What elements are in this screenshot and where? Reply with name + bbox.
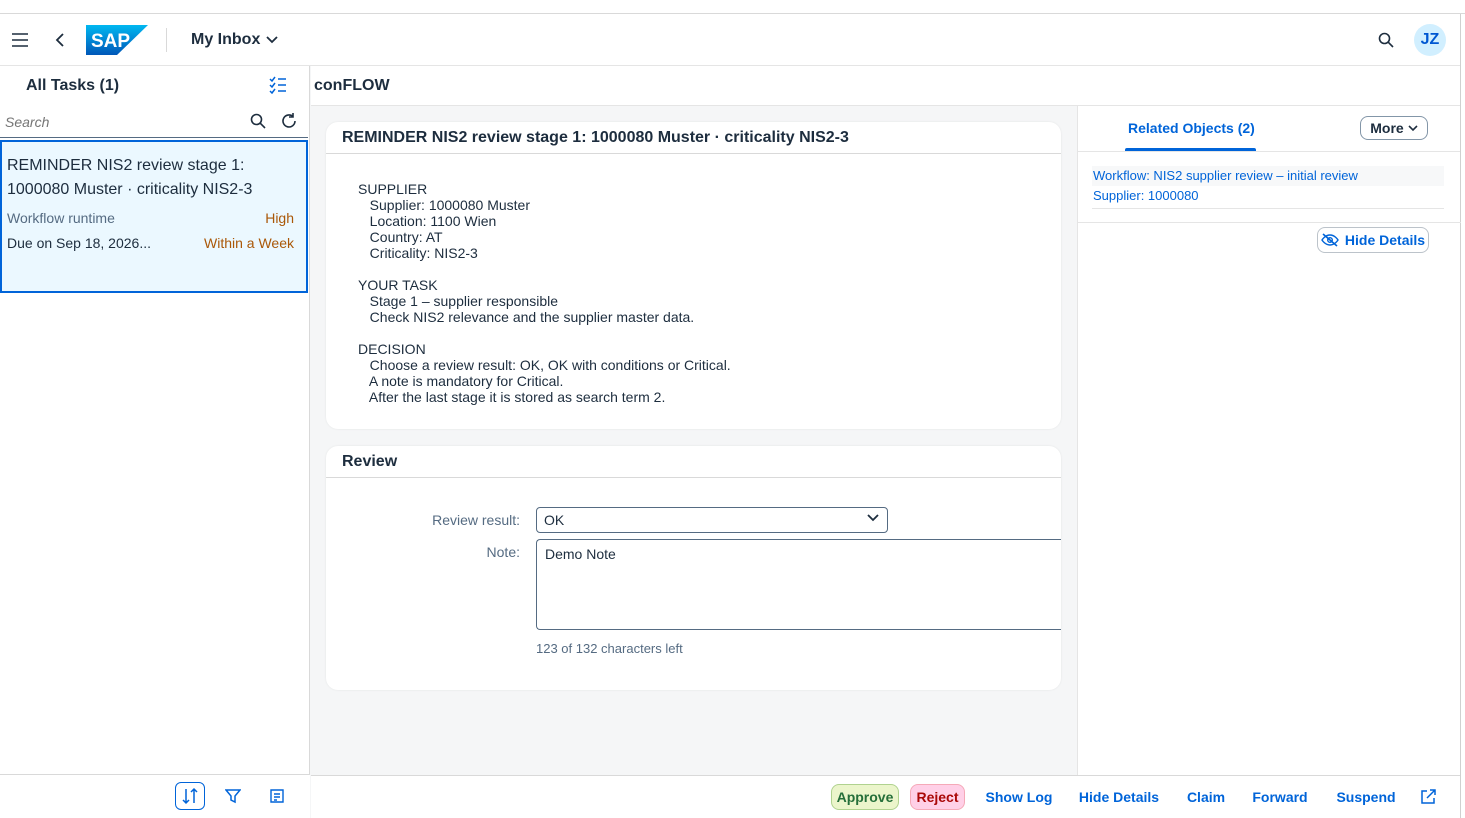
task-title: REMINDER NIS2 review stage 1: 1000080 Mu… (7, 157, 253, 198)
approve-button[interactable]: Approve (831, 784, 899, 810)
task-type: Workflow runtime (7, 210, 115, 226)
menu-icon[interactable] (2, 22, 38, 58)
group-icon (270, 789, 284, 803)
multi-select-icon[interactable] (269, 76, 287, 94)
task-description: SUPPLIER Supplier: 1000080 Muster Locati… (358, 181, 731, 405)
refresh-icon[interactable] (280, 112, 298, 130)
detail-header: conFLOW (311, 66, 1460, 106)
description-card: REMINDER NIS2 review stage 1: 1000080 Mu… (326, 122, 1061, 429)
related-objects-list: Workflow: NIS2 supplier review – initial… (1092, 166, 1444, 209)
app-title-menu[interactable]: My Inbox (191, 31, 278, 49)
review-result-value: OK (544, 512, 565, 528)
shell-bar: SAP My Inbox JZ (0, 14, 1460, 66)
task-title-heading: REMINDER NIS2 review stage 1: 1000080 Mu… (326, 122, 1061, 154)
window-edge (1460, 14, 1465, 818)
hide-details-footer-button[interactable]: Hide Details (1075, 784, 1163, 810)
group-button[interactable] (262, 782, 292, 810)
related-object-link-supplier[interactable]: Supplier: 1000080 (1092, 186, 1444, 206)
related-object-link-workflow[interactable]: Workflow: NIS2 supplier review – initial… (1092, 166, 1444, 186)
side-tab-bar: Related Objects (2) More (1078, 106, 1460, 152)
claim-button[interactable]: Claim (1181, 784, 1231, 810)
hide-details-label: Hide Details (1344, 232, 1426, 248)
search-input[interactable] (5, 113, 240, 130)
sap-logo[interactable]: SAP (86, 24, 148, 55)
share-icon (1421, 789, 1436, 804)
forward-button[interactable]: Forward (1248, 784, 1312, 810)
app-title: My Inbox (191, 30, 261, 48)
task-due: Due on Sep 18, 2026... (7, 235, 151, 251)
sort-icon (182, 787, 198, 805)
action-footer: Approve Reject Show Log Hide Details Cla… (311, 775, 1460, 818)
chevron-down-icon (1408, 124, 1418, 131)
review-result-select[interactable]: OK (536, 507, 888, 533)
suspend-button[interactable]: Suspend (1331, 784, 1401, 810)
chevron-down-icon (867, 514, 879, 522)
side-divider (1078, 222, 1461, 223)
shell-divider (166, 27, 167, 52)
task-due-status: Within a Week (204, 235, 294, 251)
back-icon[interactable] (42, 22, 78, 58)
tab-underline (1125, 148, 1256, 151)
browser-top-strip (0, 0, 1465, 14)
review-card: Review Review result: OK Note: Demo Note… (326, 446, 1061, 690)
chevron-down-icon (266, 35, 278, 43)
detail-content: REMINDER NIS2 review stage 1: 1000080 Mu… (311, 106, 1077, 775)
char-counter: 123 of 132 characters left (536, 641, 683, 656)
master-list: All Tasks (1) REMINDER NIS2 review stage… (0, 66, 310, 818)
note-label: Note: (486, 544, 520, 560)
search-icon[interactable] (250, 113, 266, 129)
review-title: Review (326, 446, 1061, 478)
master-title: All Tasks (1) (26, 77, 120, 94)
hide-details-button[interactable]: Hide Details (1317, 227, 1429, 253)
master-footer (0, 774, 310, 818)
list-item[interactable]: REMINDER NIS2 review stage 1: 1000080 Mu… (0, 140, 308, 293)
note-textarea[interactable]: Demo Note (536, 539, 1061, 630)
review-result-label: Review result: (432, 512, 520, 528)
avatar[interactable]: JZ (1414, 23, 1446, 56)
related-objects-panel: Related Objects (2) More Workflow: NIS2 … (1077, 106, 1461, 775)
search-field[interactable] (0, 106, 308, 138)
task-priority: High (265, 210, 294, 226)
tab-related-objects[interactable]: Related Objects (2) (1128, 120, 1255, 136)
sort-button[interactable] (175, 782, 205, 810)
show-log-button[interactable]: Show Log (983, 784, 1055, 810)
search-icon[interactable] (1368, 22, 1404, 58)
master-header: All Tasks (1) (0, 66, 309, 106)
share-button[interactable] (1414, 784, 1442, 810)
hide-eye-icon (1321, 233, 1339, 247)
more-button[interactable]: More (1360, 116, 1428, 140)
filter-icon (225, 789, 241, 804)
more-label: More (1370, 120, 1404, 136)
filter-button[interactable] (218, 782, 248, 810)
svg-text:SAP: SAP (91, 31, 130, 52)
reject-button[interactable]: Reject (910, 784, 965, 810)
